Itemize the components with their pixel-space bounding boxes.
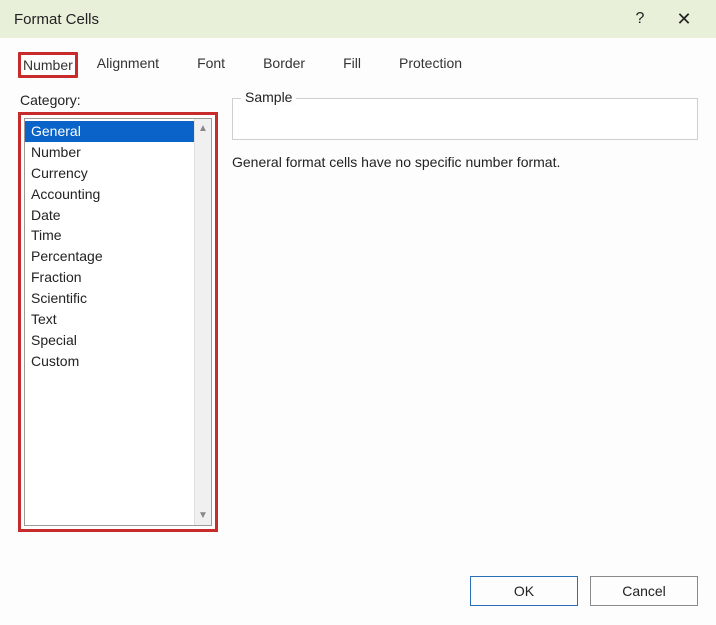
tab-alignment[interactable]: Alignment	[78, 48, 178, 78]
cancel-button[interactable]: Cancel	[590, 576, 698, 606]
titlebar: Format Cells ? ✕	[0, 0, 716, 38]
category-item-currency[interactable]: Currency	[25, 163, 194, 184]
category-listbox[interactable]: General Number Currency Accounting Date …	[24, 118, 212, 526]
left-panel: Category: General Number Currency Accoun…	[18, 92, 218, 569]
right-panel: Sample General format cells have no spec…	[232, 92, 698, 569]
category-item-number[interactable]: Number	[25, 142, 194, 163]
category-highlight: General Number Currency Accounting Date …	[18, 112, 218, 532]
dialog-body: Category: General Number Currency Accoun…	[0, 78, 716, 569]
dialog-title: Format Cells	[14, 11, 618, 28]
sample-label: Sample	[241, 89, 296, 105]
category-item-percentage[interactable]: Percentage	[25, 246, 194, 267]
sample-box: Sample	[232, 98, 698, 140]
tab-strip: Number Alignment Font Border Fill Protec…	[0, 38, 716, 78]
ok-button[interactable]: OK	[470, 576, 578, 606]
category-item-scientific[interactable]: Scientific	[25, 288, 194, 309]
help-button[interactable]: ?	[618, 0, 662, 38]
sample-group: Sample	[232, 106, 698, 150]
sample-value	[233, 99, 697, 119]
help-icon: ?	[636, 10, 645, 28]
category-item-text[interactable]: Text	[25, 309, 194, 330]
category-scrollbar[interactable]: ▲ ▼	[194, 119, 211, 525]
category-item-special[interactable]: Special	[25, 330, 194, 351]
category-item-accounting[interactable]: Accounting	[25, 184, 194, 205]
format-cells-dialog: Format Cells ? ✕ Number Alignment Font B…	[0, 0, 716, 625]
category-list: General Number Currency Accounting Date …	[25, 119, 194, 525]
tab-font[interactable]: Font	[178, 48, 244, 78]
category-item-date[interactable]: Date	[25, 205, 194, 226]
category-item-fraction[interactable]: Fraction	[25, 267, 194, 288]
category-item-custom[interactable]: Custom	[25, 351, 194, 372]
category-item-general[interactable]: General	[25, 121, 194, 142]
tab-number-label: Number	[23, 57, 73, 73]
category-label: Category:	[20, 92, 218, 108]
tab-border[interactable]: Border	[244, 48, 324, 78]
dialog-footer: OK Cancel	[0, 569, 716, 625]
tab-protection[interactable]: Protection	[380, 48, 481, 78]
tab-number[interactable]: Number	[18, 52, 78, 78]
tab-fill[interactable]: Fill	[324, 48, 380, 78]
scroll-up-icon[interactable]: ▲	[198, 119, 208, 138]
category-item-time[interactable]: Time	[25, 225, 194, 246]
scroll-down-icon[interactable]: ▼	[198, 506, 208, 525]
format-description: General format cells have no specific nu…	[232, 154, 698, 170]
close-button[interactable]: ✕	[662, 0, 706, 38]
close-icon: ✕	[676, 9, 691, 30]
